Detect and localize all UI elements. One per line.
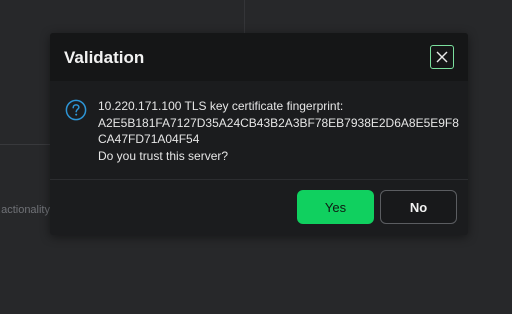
dialog-body: 10.220.171.100 TLS key certificate finge…: [50, 81, 468, 179]
background-divider: [0, 144, 50, 145]
dialog-message: 10.220.171.100 TLS key certificate finge…: [98, 98, 459, 164]
message-line: A2E5B181FA7127D35A24CB43B2A3BF78EB7938E2…: [98, 115, 459, 130]
yes-button[interactable]: Yes: [297, 190, 374, 224]
no-button[interactable]: No: [380, 190, 457, 224]
background-text: actionality.: [0, 204, 50, 216]
message-line: Do you trust this server?: [98, 148, 229, 163]
message-line: 10.220.171.100 TLS key certificate finge…: [98, 99, 344, 113]
footer-divider: [50, 179, 468, 180]
question-circle-icon: [65, 99, 87, 121]
close-icon: [436, 51, 448, 63]
message-line: CA47FD71A04F54: [98, 132, 200, 146]
dialog-title: Validation: [64, 48, 145, 67]
close-button[interactable]: [430, 45, 454, 69]
validation-dialog: Validation 10.220.171.100 TLS key certif…: [50, 33, 468, 235]
dialog-header: Validation: [50, 33, 468, 81]
